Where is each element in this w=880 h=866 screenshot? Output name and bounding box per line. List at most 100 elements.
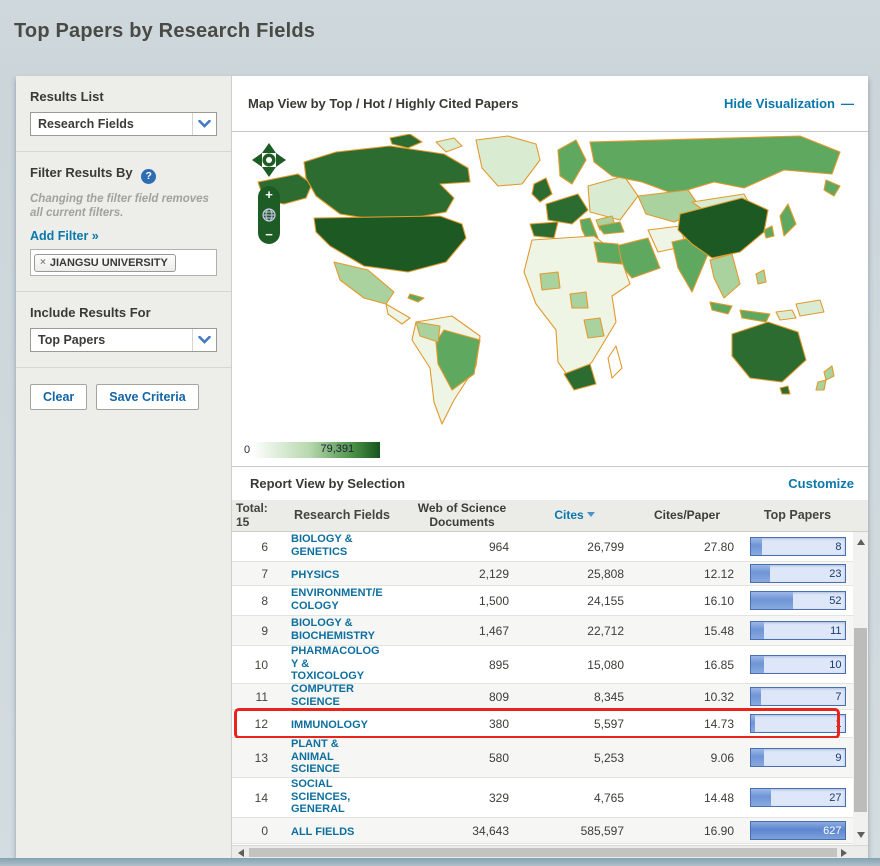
wos-documents-cell: 329 [407, 791, 517, 805]
globe-icon[interactable] [262, 208, 276, 222]
top-papers-bar: 11 [750, 621, 846, 640]
wos-documents-cell: 34,643 [407, 824, 517, 838]
research-field-link[interactable]: COMPUTER SCIENCE [291, 683, 354, 709]
scroll-up-arrow[interactable] [853, 534, 868, 550]
map-uk[interactable] [532, 178, 552, 202]
research-field-link[interactable]: ENVIRONMENT/E COLOGY [291, 587, 383, 613]
table-row[interactable]: 9 BIOLOGY & BIOCHEMISTRY 1,467 22,712 15… [232, 616, 853, 646]
report-header: Report View by Selection Customize [232, 466, 868, 500]
table-row[interactable]: 12 IMMUNOLOGY 380 5,597 14.73 1 [232, 710, 853, 738]
include-results-section: Include Results For Top Papers [16, 292, 231, 368]
cites-cell: 585,597 [517, 824, 632, 838]
table-header-row: Total: 15 Research Fields Web of Science… [232, 500, 868, 532]
wos-documents-cell: 809 [407, 690, 517, 704]
include-results-select[interactable]: Top Papers [30, 328, 217, 352]
table-row[interactable]: 8 ENVIRONMENT/E COLOGY 1,500 24,155 16.1… [232, 586, 853, 616]
research-field-link[interactable]: ALL FIELDS [291, 826, 354, 839]
table-row[interactable]: 10 PHARMACOLOG Y & TOXICOLOGY 895 15,080… [232, 646, 853, 684]
column-header-cites-per-paper[interactable]: Cites/Paper [632, 509, 742, 523]
cites-cell: 8,345 [517, 690, 632, 704]
research-field-link[interactable]: PHYSICS [291, 569, 339, 582]
top-papers-bar: 10 [750, 655, 846, 674]
map-greenland[interactable] [476, 136, 540, 186]
map-spain[interactable] [530, 222, 558, 238]
table-row[interactable]: 11 COMPUTER SCIENCE 809 8,345 10.32 7 [232, 684, 853, 710]
map-pan-control[interactable] [251, 142, 287, 178]
hide-visualization-link[interactable]: Hide Visualization — [724, 96, 854, 111]
zoom-in-button[interactable]: + [265, 189, 273, 201]
cites-per-paper-cell: 10.32 [632, 690, 742, 704]
chevron-down-icon [192, 113, 216, 135]
scroll-down-arrow[interactable] [853, 827, 868, 843]
rank-cell: 14 [232, 791, 277, 805]
results-list-select[interactable]: Research Fields [30, 112, 217, 136]
top-papers-bar: 7 [750, 687, 846, 706]
vertical-scrollbar-thumb[interactable] [854, 628, 867, 812]
wos-documents-cell: 380 [407, 717, 517, 731]
filter-note: Changing the filter field removes all cu… [30, 192, 217, 221]
map-japan[interactable] [780, 204, 796, 236]
rank-cell: 11 [232, 690, 277, 704]
filter-tag-jiangsu-university[interactable]: × JIANGSU UNIVERSITY [34, 254, 176, 272]
cites-cell: 24,155 [517, 594, 632, 608]
add-filter-link[interactable]: Add Filter » [30, 229, 99, 243]
top-papers-bar-fill [751, 688, 761, 705]
top-papers-bar-fill [751, 789, 772, 806]
column-header-cites[interactable]: Cites [517, 509, 632, 523]
save-criteria-button[interactable]: Save Criteria [96, 384, 198, 410]
wos-documents-cell: 1,500 [407, 594, 517, 608]
top-papers-bar: 27 [750, 788, 846, 807]
world-map[interactable] [240, 134, 860, 434]
table-row[interactable]: 7 PHYSICS 2,129 25,808 12.12 23 [232, 562, 853, 586]
cites-per-paper-cell: 16.85 [632, 658, 742, 672]
table-row[interactable]: 14 SOCIAL SCIENCES, GENERAL 329 4,765 14… [232, 778, 853, 818]
legend-min-value: 0 [244, 444, 250, 456]
cites-cell: 15,080 [517, 658, 632, 672]
map-canada[interactable] [304, 146, 470, 222]
top-papers-value: 52 [829, 595, 841, 607]
column-header-top-papers[interactable]: Top Papers [742, 508, 853, 522]
column-header-research-fields[interactable]: Research Fields [277, 508, 407, 522]
top-papers-value: 11 [830, 625, 841, 637]
cites-per-paper-cell: 15.48 [632, 624, 742, 638]
research-field-link[interactable]: IMMUNOLOGY [291, 719, 368, 732]
table-row[interactable]: 6 BIOLOGY & GENETICS 964 26,799 27.80 8 [232, 532, 853, 562]
cites-per-paper-cell: 12.12 [632, 567, 742, 581]
customize-link[interactable]: Customize [788, 476, 854, 491]
vertical-scrollbar[interactable] [853, 532, 868, 845]
remove-filter-icon[interactable]: × [40, 257, 46, 268]
cites-per-paper-cell: 16.10 [632, 594, 742, 608]
horizontal-scrollbar-thumb[interactable] [249, 848, 837, 857]
column-header-wos-documents[interactable]: Web of Science Documents [407, 502, 517, 530]
research-field-link[interactable]: SOCIAL SCIENCES, GENERAL [291, 778, 350, 817]
table-row[interactable]: 13 PLANT & ANIMAL SCIENCE 580 5,253 9.06… [232, 738, 853, 778]
research-field-link[interactable]: PHARMACOLOG Y & TOXICOLOGY [291, 645, 380, 684]
filter-tags-box: × JIANGSU UNIVERSITY [30, 249, 217, 276]
cites-cell: 5,253 [517, 751, 632, 765]
horizontal-scrollbar[interactable] [232, 845, 868, 858]
cites-cell: 22,712 [517, 624, 632, 638]
results-list-selected-value: Research Fields [31, 117, 192, 131]
column-header-total: Total: 15 [232, 502, 277, 528]
clear-button[interactable]: Clear [30, 384, 87, 410]
top-papers-bar: 52 [750, 591, 846, 610]
collapse-minus-icon: — [841, 96, 854, 111]
top-papers-value: 9 [835, 752, 841, 764]
rank-cell: 8 [232, 594, 277, 608]
wos-documents-cell: 1,467 [407, 624, 517, 638]
legend-max-value: 79,391 [320, 443, 354, 455]
include-results-selected-value: Top Papers [31, 333, 192, 347]
rank-cell: 6 [232, 540, 277, 554]
research-field-link[interactable]: PLANT & ANIMAL SCIENCE [291, 738, 340, 777]
map-australia[interactable] [732, 322, 806, 382]
results-list-label: Results List [30, 89, 217, 104]
zoom-out-button[interactable]: − [265, 229, 273, 241]
include-results-label: Include Results For [30, 305, 217, 320]
research-field-link[interactable]: BIOLOGY & BIOCHEMISTRY [291, 617, 375, 643]
cites-cell: 4,765 [517, 791, 632, 805]
help-icon[interactable]: ? [141, 169, 156, 184]
table-row[interactable]: 0 ALL FIELDS 34,643 585,597 16.90 627 [232, 818, 853, 844]
cites-cell: 5,597 [517, 717, 632, 731]
research-field-link[interactable]: BIOLOGY & GENETICS [291, 533, 353, 559]
top-papers-bar-fill [751, 592, 793, 609]
